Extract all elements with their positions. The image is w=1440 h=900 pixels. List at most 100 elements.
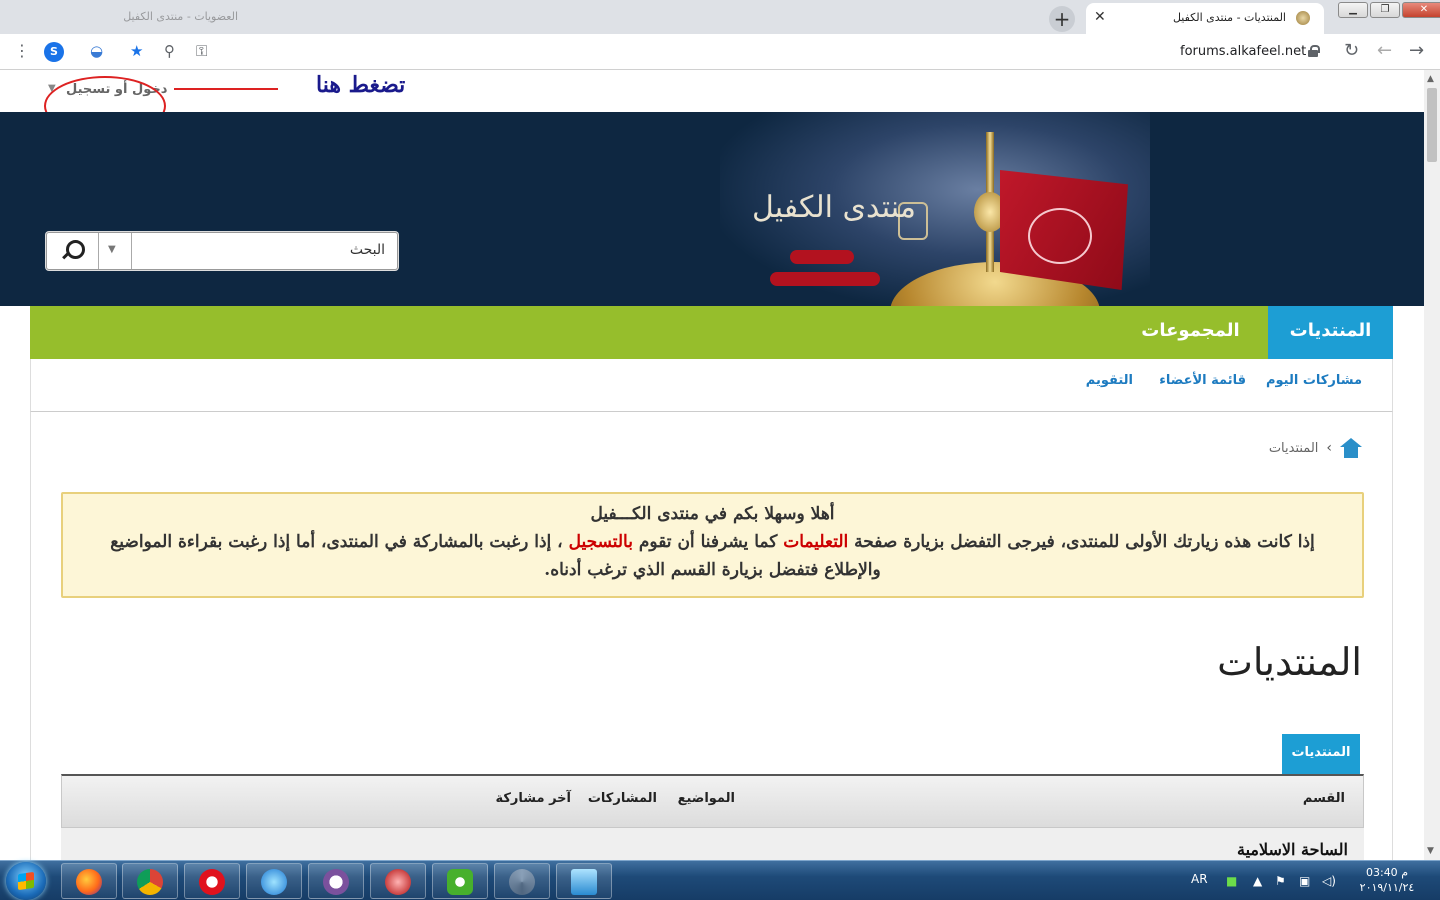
- flag-seal-image: [1028, 208, 1092, 264]
- column-header-posts: المشاركات: [587, 791, 657, 806]
- todays-posts-link[interactable]: مشاركات اليوم: [1266, 373, 1362, 388]
- volume-icon[interactable]: ◁): [1322, 874, 1336, 888]
- windows-logo-icon: [18, 871, 34, 891]
- back-arrow-icon[interactable]: →: [1409, 40, 1424, 61]
- maximize-button[interactable]: ❐: [1370, 2, 1400, 18]
- favicon-icon: [1296, 11, 1310, 25]
- breadcrumb-current: المنتديات: [1268, 440, 1319, 456]
- tab-close-icon[interactable]: ✕: [1094, 9, 1106, 25]
- clock-date: ٢٠١٩/١١/٢٤: [1359, 881, 1415, 894]
- members-list-link[interactable]: قائمة الأعضاء: [1159, 373, 1246, 388]
- start-button[interactable]: [6, 862, 46, 900]
- window-controls: ▁ ❐ ✕: [1338, 2, 1440, 18]
- system-clock[interactable]: 03:40 م ٢٠١٩/١١/٢٤: [1356, 865, 1418, 895]
- language-indicator[interactable]: AR: [1191, 872, 1208, 886]
- inactive-tab-title: العضويات - منتدى الكفيل: [123, 10, 238, 23]
- taskbar-opera[interactable]: [184, 863, 240, 899]
- web-page: ▼ دخول أو تسجيل تضغط هنا منتدى الكفيل ▼ …: [0, 70, 1424, 860]
- search-divider: [131, 233, 132, 269]
- opera-icon: [199, 869, 225, 895]
- chevron-left-icon: ›: [1326, 440, 1332, 456]
- photo-viewer-icon: [571, 869, 597, 895]
- menu-kebab-icon[interactable]: ⋮: [14, 41, 30, 60]
- extension-icon[interactable]: ◒: [90, 42, 103, 60]
- sub-navigation: مشاركات اليوم قائمة الأعضاء التقويم: [30, 359, 1393, 412]
- chrome-icon: [137, 869, 163, 895]
- section-title[interactable]: الساحة الاسلامية: [1237, 840, 1348, 859]
- top-strip: ▼ دخول أو تسجيل تضغط هنا: [0, 70, 1424, 136]
- main-navigation: المنتديات المجموعات: [30, 306, 1393, 359]
- column-header-topics: المواضيع: [677, 791, 735, 806]
- annotation-line: [174, 88, 278, 90]
- media-app-icon: [385, 869, 411, 895]
- forward-arrow-icon[interactable]: ←: [1377, 40, 1392, 61]
- url-text[interactable]: forums.alkafeel.net: [1180, 44, 1306, 59]
- zoom-icon[interactable]: ⚲: [164, 42, 175, 60]
- column-header-last-post: آخر مشاركة: [495, 791, 571, 806]
- taskbar-firefox[interactable]: [61, 863, 117, 899]
- inactive-tab[interactable]: العضويات - منتدى الكفيل: [18, 5, 298, 29]
- lock-icon[interactable]: [1308, 45, 1320, 57]
- windows-taskbar: AR ■ ▲ ⚑ ▣ ◁) 03:40 م ٢٠١٩/١١/٢٤: [0, 860, 1440, 900]
- show-hidden-icons-icon[interactable]: ▲: [1253, 874, 1262, 888]
- clock-time: 03:40 م: [1365, 866, 1408, 879]
- page-title: المنتديات: [1217, 640, 1362, 684]
- search-icon[interactable]: [59, 239, 85, 263]
- viber-icon: [323, 869, 349, 895]
- wifi-app-icon: [447, 869, 473, 895]
- taskbar-wifi-app[interactable]: [432, 863, 488, 899]
- instructions-link[interactable]: التعليمات: [783, 532, 848, 552]
- taskbar-viber[interactable]: [308, 863, 364, 899]
- notice-text: كما يشرفنا أن تقوم: [632, 532, 784, 552]
- active-tab[interactable]: ✕ المنتديات - منتدى الكفيل: [1086, 3, 1324, 34]
- action-center-flag-icon[interactable]: ⚑: [1275, 874, 1286, 888]
- home-icon[interactable]: [1340, 438, 1362, 458]
- firefox-icon: [76, 869, 102, 895]
- reload-icon[interactable]: ↻: [1344, 40, 1359, 61]
- search-input[interactable]: [145, 242, 385, 258]
- scroll-thumb[interactable]: [1427, 88, 1437, 162]
- search-options-icon[interactable]: ▼: [108, 244, 116, 255]
- annotation-text: تضغط هنا: [316, 72, 406, 98]
- scroll-down-arrow-icon[interactable]: ▼: [1427, 846, 1434, 856]
- network-icon[interactable]: ▣: [1299, 874, 1310, 888]
- vertical-scrollbar[interactable]: ▲ ▼: [1424, 70, 1440, 860]
- forum-table-header: القسم المواضيع المشاركات آخر مشاركة: [61, 774, 1364, 828]
- breadcrumb: › المنتديات: [1269, 438, 1362, 458]
- logo-ribbon: [790, 250, 854, 264]
- tab-forums[interactable]: المنتديات: [1268, 306, 1393, 359]
- logo-ribbon-2: [770, 272, 880, 286]
- close-window-button[interactable]: ✕: [1402, 2, 1440, 18]
- address-bar: ⋮ S ◒ ★ ⚲ ⚿ forums.alkafeel.net ↻ ← →: [0, 34, 1440, 70]
- scroll-up-arrow-icon[interactable]: ▲: [1427, 74, 1434, 84]
- forums-block-tab[interactable]: المنتديات: [1282, 734, 1360, 774]
- column-header-section: القسم: [1302, 791, 1345, 806]
- key-icon[interactable]: ⚿: [196, 42, 207, 60]
- notice-text: إذا كانت هذه زيارتك الأولى للمنتدى، فيرج…: [848, 532, 1315, 552]
- tab-title: المنتديات - منتدى الكفيل: [1172, 11, 1286, 24]
- taskbar-app-red[interactable]: [370, 863, 426, 899]
- sync-app-icon: [509, 869, 535, 895]
- register-link[interactable]: بالتسجيل: [569, 532, 633, 552]
- notice-greeting: أهلا وسهلا بكم في منتدى الكـــفيل: [590, 504, 835, 524]
- calendar-link[interactable]: التقويم: [1086, 373, 1133, 388]
- notice-body: إذا كانت هذه زيارتك الأولى للمنتدى، فيرج…: [63, 528, 1362, 584]
- taskbar-photo-app[interactable]: [556, 863, 612, 899]
- search-box: ▼: [46, 232, 398, 270]
- bookmark-star-icon[interactable]: ★: [130, 42, 143, 60]
- new-tab-button[interactable]: +: [1049, 6, 1075, 32]
- search-divider: [98, 233, 99, 269]
- network-app-tray-icon[interactable]: ■: [1226, 874, 1237, 888]
- taskbar-ie[interactable]: [246, 863, 302, 899]
- welcome-notice: أهلا وسهلا بكم في منتدى الكـــفيل إذا كا…: [61, 492, 1364, 598]
- profile-avatar[interactable]: S: [44, 42, 64, 62]
- browser-tab-strip: العضويات - منتدى الكفيل + ✕ المنتديات - …: [0, 0, 1440, 34]
- minimize-button[interactable]: ▁: [1338, 2, 1368, 18]
- internet-explorer-icon: [261, 869, 287, 895]
- taskbar-sync-app[interactable]: [494, 863, 550, 899]
- taskbar-chrome[interactable]: [122, 863, 178, 899]
- header-banner: منتدى الكفيل ▼: [0, 112, 1424, 362]
- site-logo[interactable]: منتدى الكفيل: [752, 190, 916, 225]
- forum-section-row: الساحة الاسلامية: [61, 828, 1364, 860]
- tab-groups[interactable]: المجموعات: [1128, 306, 1253, 359]
